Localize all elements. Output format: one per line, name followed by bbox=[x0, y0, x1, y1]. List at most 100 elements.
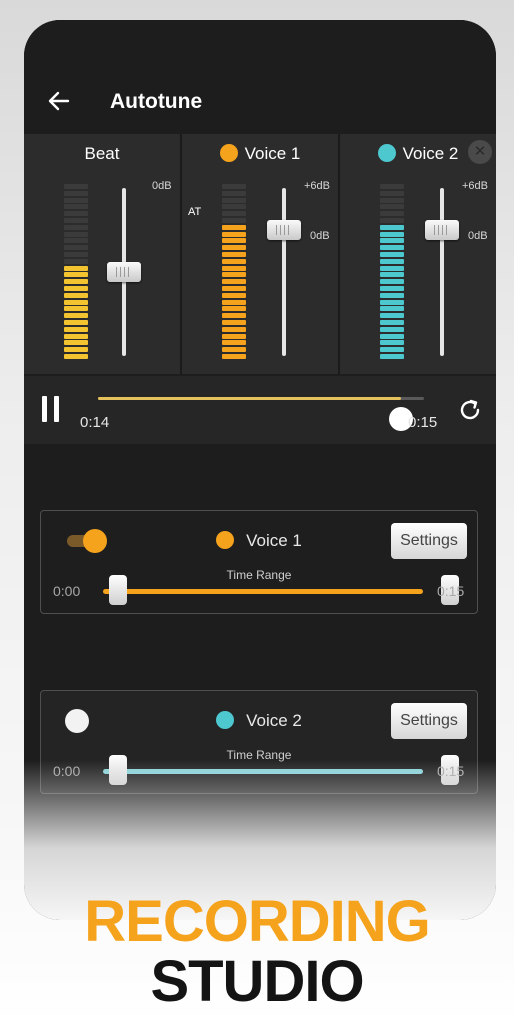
db-label-zero: 0dB bbox=[468, 230, 488, 242]
back-arrow-icon[interactable] bbox=[46, 88, 72, 114]
db-label-max: +6dB bbox=[304, 180, 330, 192]
meter-segment bbox=[222, 272, 246, 278]
settings-button[interactable]: Settings bbox=[391, 703, 467, 739]
current-time: 0:14 bbox=[80, 414, 110, 431]
meter-segment bbox=[222, 224, 246, 230]
meter-segment bbox=[222, 299, 246, 305]
level-meter bbox=[60, 184, 92, 362]
color-dot-icon bbox=[216, 531, 235, 549]
db-label-zero: 0dB bbox=[310, 230, 330, 242]
range-end-time: 0:15 bbox=[437, 763, 465, 779]
meter-segment bbox=[64, 306, 88, 312]
progress-fill bbox=[98, 397, 402, 400]
meter-segment bbox=[64, 218, 88, 223]
meter-segment bbox=[222, 279, 246, 285]
meter-segment bbox=[222, 218, 246, 223]
color-dot-icon bbox=[219, 144, 238, 162]
meter-segment bbox=[64, 197, 88, 203]
meter-segment bbox=[64, 286, 88, 291]
meter-segment bbox=[64, 272, 88, 278]
meter-segment bbox=[64, 279, 88, 285]
autotune-tag: AT bbox=[188, 206, 202, 218]
db-label-max: +6dB bbox=[462, 180, 488, 192]
fader-track[interactable] bbox=[282, 188, 286, 356]
fader-track[interactable] bbox=[440, 188, 444, 356]
range-start-handle[interactable] bbox=[109, 755, 127, 785]
meter-segment bbox=[64, 340, 88, 346]
meter-segment bbox=[380, 204, 404, 210]
channel-name: Voice 1 bbox=[244, 144, 301, 163]
meter-segment bbox=[222, 326, 246, 332]
meter-segment bbox=[64, 354, 88, 359]
meter-segment bbox=[222, 211, 246, 217]
meter-segment bbox=[222, 320, 246, 325]
meter-segment bbox=[222, 354, 246, 359]
meter-segment bbox=[64, 231, 88, 237]
range-start-time: 0:00 bbox=[53, 583, 81, 599]
meter-segment bbox=[380, 184, 404, 189]
meter-segment bbox=[380, 347, 404, 353]
app-header: Autotune bbox=[24, 20, 496, 134]
total-time: 0:15 bbox=[408, 414, 438, 431]
meter-segment bbox=[222, 313, 246, 319]
meter-segment bbox=[222, 340, 246, 346]
page-title: Autotune bbox=[110, 90, 203, 113]
meter-segment bbox=[380, 286, 404, 291]
meter-segment bbox=[380, 340, 404, 346]
meter-segment bbox=[380, 279, 404, 285]
meter-segment bbox=[380, 272, 404, 278]
meter-segment bbox=[380, 326, 404, 332]
meter-segment bbox=[64, 265, 88, 271]
meter-segment bbox=[222, 204, 246, 210]
meter-segment bbox=[380, 292, 404, 298]
time-range-track[interactable] bbox=[103, 769, 423, 774]
range-start-time: 0:00 bbox=[53, 763, 81, 779]
meter-segment bbox=[380, 211, 404, 217]
meter-segment bbox=[222, 265, 246, 271]
meter-segment bbox=[64, 320, 88, 325]
level-meter bbox=[376, 184, 408, 362]
meter-segment bbox=[222, 245, 246, 251]
voice-card-1: Voice 1 Settings Time Range 0:00 0:15 bbox=[40, 510, 478, 614]
promo-title-line-1: RECORDING bbox=[84, 889, 430, 954]
meter-segment bbox=[64, 252, 88, 257]
meter-segment bbox=[64, 238, 88, 244]
meter-segment bbox=[64, 211, 88, 217]
meter-segment bbox=[222, 306, 246, 312]
meter-segment bbox=[222, 190, 246, 196]
level-meter bbox=[218, 184, 250, 362]
meter-segment bbox=[64, 184, 88, 189]
fader-knob[interactable] bbox=[425, 220, 459, 240]
meter-segment bbox=[380, 238, 404, 244]
meter-segment bbox=[380, 306, 404, 312]
meter-segment bbox=[380, 190, 404, 196]
fader-knob[interactable] bbox=[267, 220, 301, 240]
settings-button[interactable]: Settings bbox=[391, 523, 467, 559]
range-start-handle[interactable] bbox=[109, 575, 127, 605]
meter-segment bbox=[222, 184, 246, 189]
voice-name: Voice 1 bbox=[246, 531, 302, 550]
meter-segment bbox=[380, 333, 404, 339]
promo-title-line-2: STUDIO bbox=[150, 949, 364, 1014]
meter-segment bbox=[380, 320, 404, 325]
meter-segment bbox=[222, 197, 246, 203]
range-end-time: 0:15 bbox=[437, 583, 465, 599]
meter-segment bbox=[64, 333, 88, 339]
meter-segment bbox=[64, 326, 88, 332]
meter-segment bbox=[380, 231, 404, 237]
voice-name: Voice 2 bbox=[246, 711, 302, 730]
channel-label: Beat bbox=[24, 144, 180, 164]
fader-knob[interactable] bbox=[107, 262, 141, 282]
progress-track[interactable] bbox=[98, 397, 424, 431]
pause-icon[interactable] bbox=[40, 396, 62, 422]
meter-segment bbox=[222, 347, 246, 353]
color-dot-icon bbox=[216, 711, 235, 729]
refresh-icon[interactable] bbox=[456, 396, 484, 424]
meter-segment bbox=[380, 245, 404, 251]
mixer-channel-voice-1: Voice 1 AT +6dB 0dB bbox=[182, 134, 338, 374]
channel-name: Voice 2 bbox=[402, 144, 459, 163]
meter-segment bbox=[222, 292, 246, 298]
meter-segment bbox=[64, 292, 88, 298]
time-range-track[interactable] bbox=[103, 589, 423, 594]
close-icon[interactable]: ✕ bbox=[468, 140, 492, 164]
